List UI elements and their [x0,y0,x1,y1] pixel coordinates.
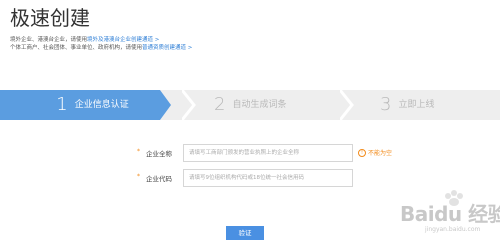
company-code-row: * 企业代码 [0,169,500,187]
step-1-label: 企业信息认证 [74,100,129,110]
company-name-row: * 企业全称 ! 不能为空 [0,144,500,162]
general-channel-link[interactable]: 普通资质创建通道 [142,45,186,51]
step-separator-1-icon [182,90,196,120]
notice-overseas: 境外企业、港澳台企业，请使用境外及港澳台企业创建通道 > [10,36,159,44]
warning-circle-icon: ! [358,148,366,157]
verify-button[interactable]: 验证 [226,226,264,240]
company-name-label: 企业全称 [146,150,172,158]
step-2-number: 2 [214,94,226,115]
company-name-error-text: 不能为空 [368,150,393,157]
company-code-input[interactable] [183,169,353,187]
step-2: 2 自动生成词条 [214,90,286,120]
step-separator-2-icon [340,90,354,120]
company-code-label: 企业代码 [146,175,172,183]
step-1-number: 1 [56,94,68,115]
step-1: 1 企业信息认证 [0,90,171,120]
step-3-label: 立即上线 [398,100,435,110]
required-mark: * [137,173,140,180]
notice-overseas-text: 境外企业、港澳台企业，请使用 [10,37,88,43]
company-name-input[interactable] [183,144,353,162]
step-2-label: 自动生成词条 [232,100,287,110]
watermark-brand: Baidu 经验 [400,202,500,226]
page-title: 极速创建 [10,6,90,30]
watermark-url: jingyan.baidu.com [425,226,481,233]
required-mark: * [137,148,140,155]
overseas-channel-link[interactable]: 境外及港澳台企业创建通道 [87,37,153,43]
overseas-channel-arrow-icon[interactable]: > [155,37,160,43]
general-channel-arrow-icon[interactable]: > [188,45,193,51]
notice-general-text: 个体工商户、社会团体、事业单位、政府机构，请使用 [10,45,143,51]
step-3: 3 立即上线 [380,90,434,120]
company-name-error: ! 不能为空 [358,148,392,157]
step-3-number: 3 [380,94,392,115]
notice-general: 个体工商户、社会团体、事业单位、政府机构，请使用普通资质创建通道 > [10,44,192,52]
